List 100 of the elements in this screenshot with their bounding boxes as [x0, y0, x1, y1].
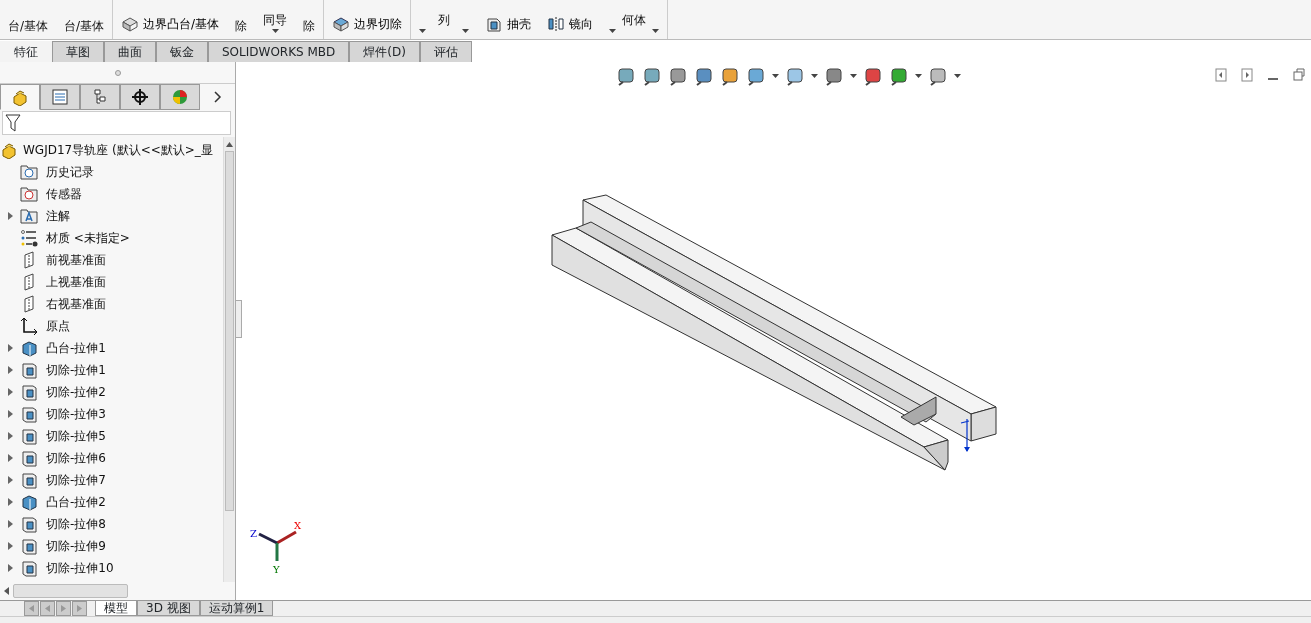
restore-icon[interactable]	[1293, 68, 1305, 82]
cut-feature-icon	[20, 559, 38, 577]
ribbon-command-label[interactable]: 除	[235, 20, 248, 33]
dropdown-caret-icon[interactable]	[915, 74, 922, 78]
tree-item[interactable]: 切除-拉伸3	[46, 405, 106, 423]
dropdown-caret-icon[interactable]	[772, 74, 779, 78]
ribbon-command-label[interactable]: 列	[438, 14, 451, 27]
dropdown-caret-icon[interactable]	[609, 29, 617, 33]
list-icon	[51, 88, 69, 106]
splitter-handle[interactable]	[236, 300, 242, 338]
expand-triangle-icon[interactable]	[7, 432, 13, 440]
cut-feature-icon	[20, 361, 38, 379]
view-tab[interactable]: 模型	[95, 601, 137, 616]
tree-item[interactable]: 切除-拉伸10	[46, 559, 114, 577]
tree-item[interactable]: 切除-拉伸2	[46, 383, 106, 401]
view-tab[interactable]: 3D 视图	[137, 601, 200, 616]
boss-feature-icon	[20, 493, 38, 511]
vertical-scrollbar[interactable]	[223, 137, 235, 582]
tree-item[interactable]: 凸台-拉伸2	[46, 493, 106, 511]
cut-feature-icon	[20, 427, 38, 445]
dropdown-caret-icon[interactable]	[462, 29, 470, 33]
tree-root-label[interactable]: WGJD17导轨座 (默认<<默认>_显	[23, 141, 213, 159]
expand-triangle-icon[interactable]	[7, 212, 13, 220]
panel-left-icon[interactable]	[1215, 68, 1227, 82]
origin-axes-icon	[20, 317, 38, 335]
dropdown-caret-icon[interactable]	[652, 29, 660, 33]
dropdown-caret-icon[interactable]	[419, 29, 427, 33]
command-tab[interactable]: 曲面	[104, 41, 156, 62]
tree-item[interactable]: 切除-拉伸9	[46, 537, 106, 555]
ribbon-command[interactable]: 镜向	[547, 15, 594, 33]
tree-item[interactable]: 凸台-拉伸1	[46, 339, 106, 357]
command-tab[interactable]: 焊件(D)	[349, 41, 420, 62]
expand-triangle-icon[interactable]	[7, 344, 13, 352]
dropdown-caret-icon[interactable]	[271, 29, 279, 33]
expand-triangle-icon[interactable]	[7, 498, 13, 506]
expand-triangle-icon[interactable]	[7, 388, 13, 396]
tree-icon	[91, 88, 109, 106]
ribbon-command[interactable]: 边界凸台/基体	[121, 15, 220, 33]
tree-item[interactable]: 切除-拉伸7	[46, 471, 106, 489]
crosshair-icon	[131, 88, 149, 106]
tree-item[interactable]: 材质 <未指定>	[46, 229, 130, 247]
cut-block-icon	[332, 15, 351, 33]
expand-triangle-icon[interactable]	[7, 476, 13, 484]
expand-triangle-icon[interactable]	[7, 410, 13, 418]
tree-item[interactable]: 上视基准面	[46, 273, 106, 291]
cut-feature-icon	[20, 383, 38, 401]
ribbon-command[interactable]: 抽壳	[485, 15, 532, 33]
tree-item[interactable]: 注解	[46, 207, 70, 225]
command-tab[interactable]: 特征	[0, 41, 52, 62]
tree-item[interactable]: 历史记录	[46, 163, 94, 181]
view-tab[interactable]: 运动算例1	[199, 601, 274, 616]
expand-triangle-icon[interactable]	[7, 366, 13, 374]
material-icon	[20, 229, 38, 247]
chevron-right-icon[interactable]	[214, 91, 222, 103]
cut-feature-icon	[20, 405, 38, 423]
color-ball-icon	[171, 88, 189, 106]
cut-feature-icon	[20, 449, 38, 467]
annotation-folder-icon	[20, 207, 38, 225]
scroll-left-icon[interactable]	[4, 587, 10, 595]
expand-triangle-icon[interactable]	[7, 564, 13, 572]
ribbon-command-label[interactable]: 除	[303, 20, 316, 33]
command-tab[interactable]: SOLIDWORKS MBD	[208, 41, 350, 62]
panel-tab[interactable]	[120, 84, 160, 110]
command-tab[interactable]: 钣金	[156, 41, 208, 62]
dropdown-caret-icon[interactable]	[850, 74, 857, 78]
boss-icon	[121, 15, 140, 33]
ribbon-command-label[interactable]: 同导	[263, 14, 288, 27]
panel-right-icon[interactable]	[1241, 68, 1253, 82]
horizontal-scrollbar[interactable]	[13, 584, 128, 598]
tree-item[interactable]: 右视基准面	[46, 295, 106, 313]
expand-triangle-icon[interactable]	[7, 520, 13, 528]
scroll-up-icon[interactable]	[226, 141, 233, 147]
tree-item[interactable]: 原点	[46, 317, 70, 335]
part-icon	[11, 88, 29, 106]
tree-item[interactable]: 切除-拉伸8	[46, 515, 106, 533]
tree-item[interactable]: 传感器	[46, 185, 82, 203]
cut-feature-icon	[20, 537, 38, 555]
tree-item[interactable]: 切除-拉伸5	[46, 427, 106, 445]
ribbon-command-label[interactable]: 何体	[622, 14, 647, 27]
ribbon-command[interactable]: 边界切除	[332, 15, 403, 33]
history-folder-icon	[20, 163, 38, 181]
expand-triangle-icon[interactable]	[7, 454, 13, 462]
dropdown-caret-icon[interactable]	[954, 74, 961, 78]
sensor-folder-icon	[20, 185, 38, 203]
tree-item[interactable]: 切除-拉伸6	[46, 449, 106, 467]
cut-feature-icon	[20, 515, 38, 533]
filter-icon[interactable]	[5, 114, 21, 132]
boss-feature-icon	[20, 339, 38, 357]
tree-item[interactable]: 前视基准面	[46, 251, 106, 269]
cut-feature-icon	[20, 471, 38, 489]
ribbon-command-label[interactable]: 台/基体	[8, 20, 49, 33]
command-tab[interactable]: 草图	[52, 41, 104, 62]
grip-handle-icon[interactable]	[114, 69, 121, 76]
dropdown-caret-icon[interactable]	[811, 74, 818, 78]
coordinate-marker-icon	[960, 418, 970, 452]
ribbon-command-label[interactable]: 台/基体	[64, 20, 105, 33]
command-tab[interactable]: 评估	[419, 41, 472, 62]
tree-item[interactable]: 切除-拉伸1	[46, 361, 106, 379]
filter-field[interactable]	[2, 111, 231, 135]
expand-triangle-icon[interactable]	[7, 542, 13, 550]
